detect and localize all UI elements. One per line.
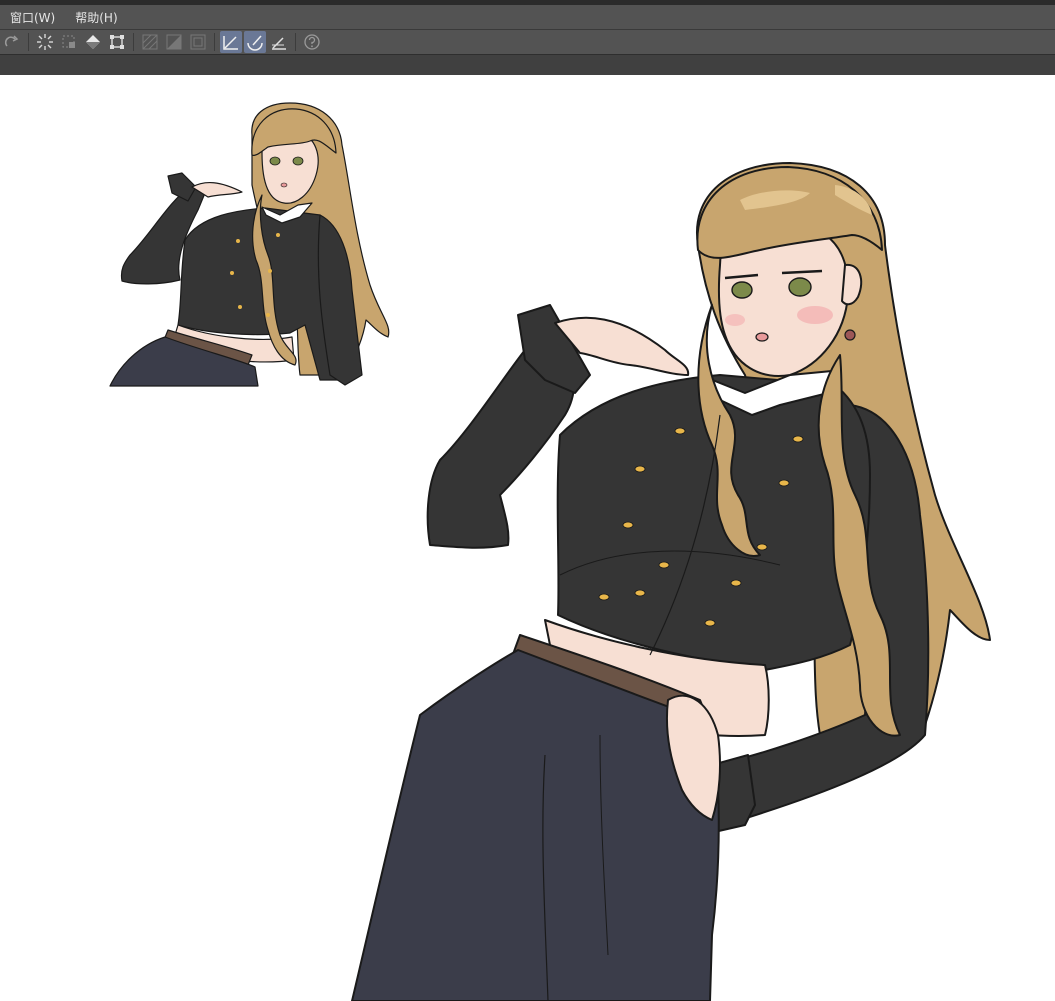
fill-button[interactable] — [82, 31, 104, 53]
help-icon — [304, 34, 320, 50]
crop-icon — [110, 35, 124, 49]
command-bar-strip — [0, 54, 1055, 76]
command-toolbar — [0, 30, 1055, 54]
snap-to-grid-button[interactable] — [268, 31, 290, 53]
snap-grid-icon — [272, 37, 286, 50]
transform-button[interactable] — [34, 31, 56, 53]
ruler-frame-button[interactable] — [187, 31, 209, 53]
drawing-canvas[interactable] — [0, 75, 1055, 1001]
transform-spin-icon — [37, 34, 53, 50]
ruler-half-icon — [166, 34, 182, 50]
ruler-hatch-button[interactable] — [139, 31, 161, 53]
main-figure — [351, 162, 991, 1001]
menu-help[interactable]: 帮助(H) — [65, 9, 127, 26]
selection-button[interactable] — [58, 31, 80, 53]
menu-bar: 窗口(W) 帮助(H) — [0, 5, 1055, 29]
help-button[interactable] — [301, 31, 323, 53]
thumbnail-figure — [109, 102, 390, 387]
toolbar-separator — [214, 33, 215, 51]
menu-window[interactable]: 窗口(W) — [0, 9, 65, 26]
toolbar-separator — [28, 33, 29, 51]
redo-button[interactable] — [1, 31, 23, 53]
toolbar-separator — [133, 33, 134, 51]
ruler-half-button[interactable] — [163, 31, 185, 53]
snap-to-ruler-button[interactable] — [220, 31, 242, 53]
crop-button[interactable] — [106, 31, 128, 53]
redo-icon — [4, 35, 19, 47]
fill-icon — [86, 35, 100, 49]
toolbar-separator — [295, 33, 296, 51]
character-illustration — [109, 102, 991, 1001]
ruler-hatch-icon — [142, 34, 158, 50]
snap-special-ruler-icon — [247, 35, 263, 51]
selection-icon — [62, 35, 75, 48]
snap-to-special-ruler-button[interactable] — [244, 31, 266, 53]
snap-ruler-icon — [223, 36, 238, 50]
ruler-frame-icon — [190, 34, 206, 50]
